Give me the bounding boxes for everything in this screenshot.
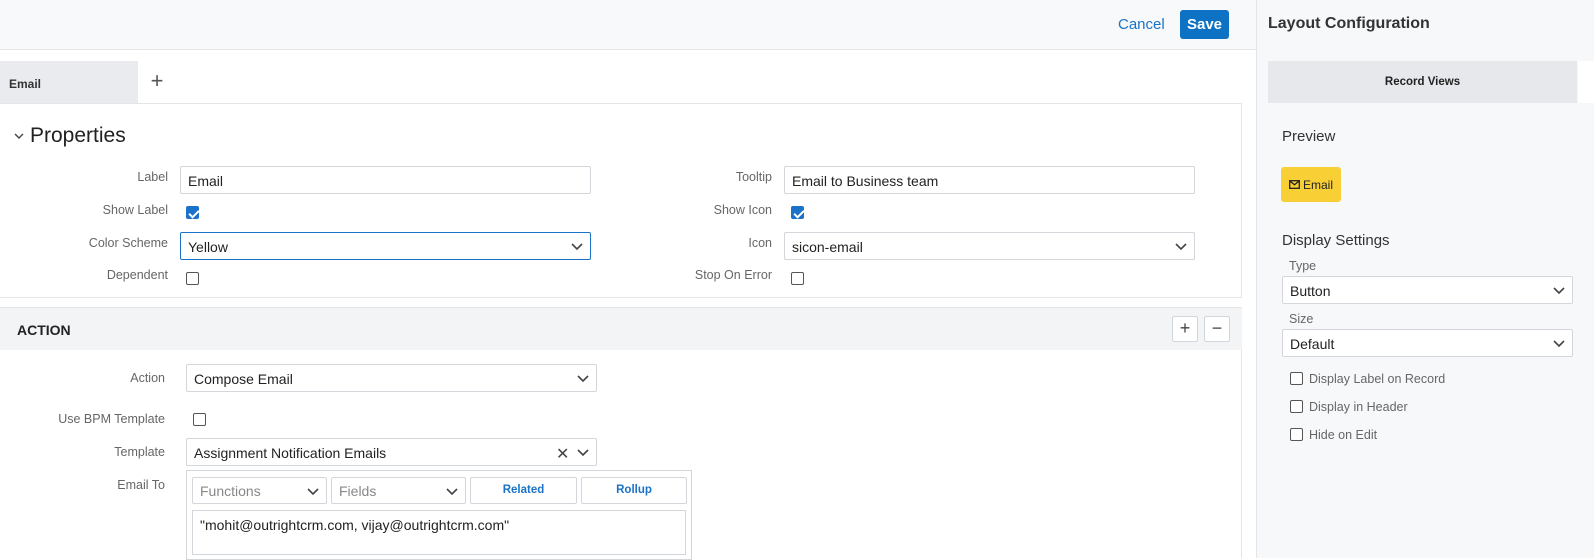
color-scheme-field-label: Color Scheme bbox=[88, 236, 168, 250]
functions-select[interactable]: Functions bbox=[192, 477, 327, 504]
dependent-field-label: Dependent bbox=[106, 268, 168, 282]
action-section-header: ACTION + − bbox=[0, 307, 1242, 350]
type-select[interactable]: Button bbox=[1282, 276, 1573, 304]
tooltip-input[interactable]: Email to Business team bbox=[784, 166, 1195, 194]
show-label-checkbox[interactable] bbox=[186, 206, 199, 219]
label-input[interactable]: Email bbox=[180, 166, 591, 194]
preview-button-label: Email bbox=[1302, 177, 1333, 192]
size-value: Default bbox=[1290, 336, 1335, 352]
email-to-input[interactable]: "mohit@outrightcrm.com, vijay@outrightcr… bbox=[192, 510, 686, 555]
remove-action-button[interactable]: − bbox=[1204, 316, 1230, 342]
label-field-label: Label bbox=[137, 170, 168, 184]
display-in-header-checkbox[interactable] bbox=[1290, 400, 1303, 413]
hide-on-edit-checkbox[interactable] bbox=[1290, 428, 1303, 441]
email-to-field-label: Email To bbox=[117, 478, 165, 492]
cancel-button[interactable]: Cancel bbox=[1118, 16, 1165, 33]
action-field-label: Action bbox=[130, 371, 165, 385]
fields-select[interactable]: Fields bbox=[331, 477, 466, 504]
icon-select[interactable]: sicon-email bbox=[784, 232, 1195, 260]
show-icon-checkbox[interactable] bbox=[791, 206, 804, 219]
preview-title: Preview bbox=[1282, 128, 1336, 145]
size-select[interactable]: Default bbox=[1282, 329, 1573, 357]
add-action-button[interactable]: + bbox=[1172, 316, 1198, 342]
rollup-button[interactable]: Rollup bbox=[581, 477, 687, 504]
display-settings-title: Display Settings bbox=[1282, 232, 1390, 249]
mail-icon bbox=[1289, 180, 1300, 189]
tab-email[interactable]: Email bbox=[0, 61, 138, 103]
properties-header[interactable]: Properties bbox=[14, 124, 126, 148]
color-scheme-value: Yellow bbox=[188, 239, 228, 255]
properties-panel: Properties bbox=[0, 103, 1242, 298]
display-in-header-label: Display in Header bbox=[1309, 400, 1408, 414]
template-value: Assignment Notification Emails bbox=[194, 445, 387, 461]
action-title: ACTION bbox=[17, 322, 71, 338]
save-button[interactable]: Save bbox=[1180, 10, 1229, 39]
action-select[interactable]: Compose Email bbox=[186, 364, 597, 392]
chevron-down-icon bbox=[577, 449, 589, 457]
chevron-down-icon bbox=[1553, 340, 1565, 348]
type-field-label: Type bbox=[1289, 259, 1317, 273]
add-tab-button[interactable]: + bbox=[146, 70, 168, 92]
chevron-down-icon bbox=[1175, 243, 1187, 251]
bpm-template-checkbox[interactable] bbox=[193, 413, 206, 426]
show-icon-field-label: Show Icon bbox=[713, 203, 772, 217]
chevron-down-icon bbox=[571, 243, 583, 251]
properties-title: Properties bbox=[30, 124, 126, 147]
icon-field-label: Icon bbox=[748, 236, 772, 250]
hide-on-edit-label: Hide on Edit bbox=[1309, 428, 1378, 442]
tab-record-views[interactable]: Record Views bbox=[1268, 61, 1577, 103]
preview-email-button[interactable]: Email bbox=[1281, 167, 1341, 202]
tooltip-field-label: Tooltip bbox=[735, 170, 772, 184]
show-label-field-label: Show Label bbox=[102, 203, 168, 217]
fields-placeholder: Fields bbox=[339, 483, 377, 499]
type-value: Button bbox=[1290, 283, 1331, 299]
icon-value: sicon-email bbox=[792, 239, 863, 255]
display-label-on-record-label: Display Label on Record bbox=[1309, 372, 1446, 386]
display-label-on-record-checkbox[interactable] bbox=[1290, 372, 1303, 385]
clear-template-icon[interactable]: ✕ bbox=[556, 444, 569, 464]
top-toolbar: Cancel Save bbox=[0, 0, 1256, 50]
chevron-down-icon bbox=[307, 488, 319, 496]
chevron-down-icon bbox=[1553, 287, 1565, 295]
panel-title: Layout Configuration bbox=[1268, 15, 1430, 32]
template-field-label: Template bbox=[114, 445, 165, 459]
bpm-template-field-label: Use BPM Template bbox=[58, 412, 165, 426]
color-scheme-select[interactable]: Yellow bbox=[180, 232, 591, 260]
chevron-down-icon bbox=[577, 375, 589, 383]
stop-on-error-field-label: Stop On Error bbox=[694, 268, 772, 282]
action-value: Compose Email bbox=[194, 371, 293, 387]
related-button[interactable]: Related bbox=[470, 477, 577, 504]
tab-divider bbox=[1578, 61, 1594, 103]
template-select[interactable]: Assignment Notification Emails bbox=[186, 438, 597, 466]
chevron-down-icon bbox=[14, 133, 24, 139]
stop-on-error-checkbox[interactable] bbox=[791, 272, 804, 285]
size-field-label: Size bbox=[1289, 312, 1314, 326]
functions-placeholder: Functions bbox=[200, 483, 261, 499]
dependent-checkbox[interactable] bbox=[186, 272, 199, 285]
chevron-down-icon bbox=[446, 488, 458, 496]
